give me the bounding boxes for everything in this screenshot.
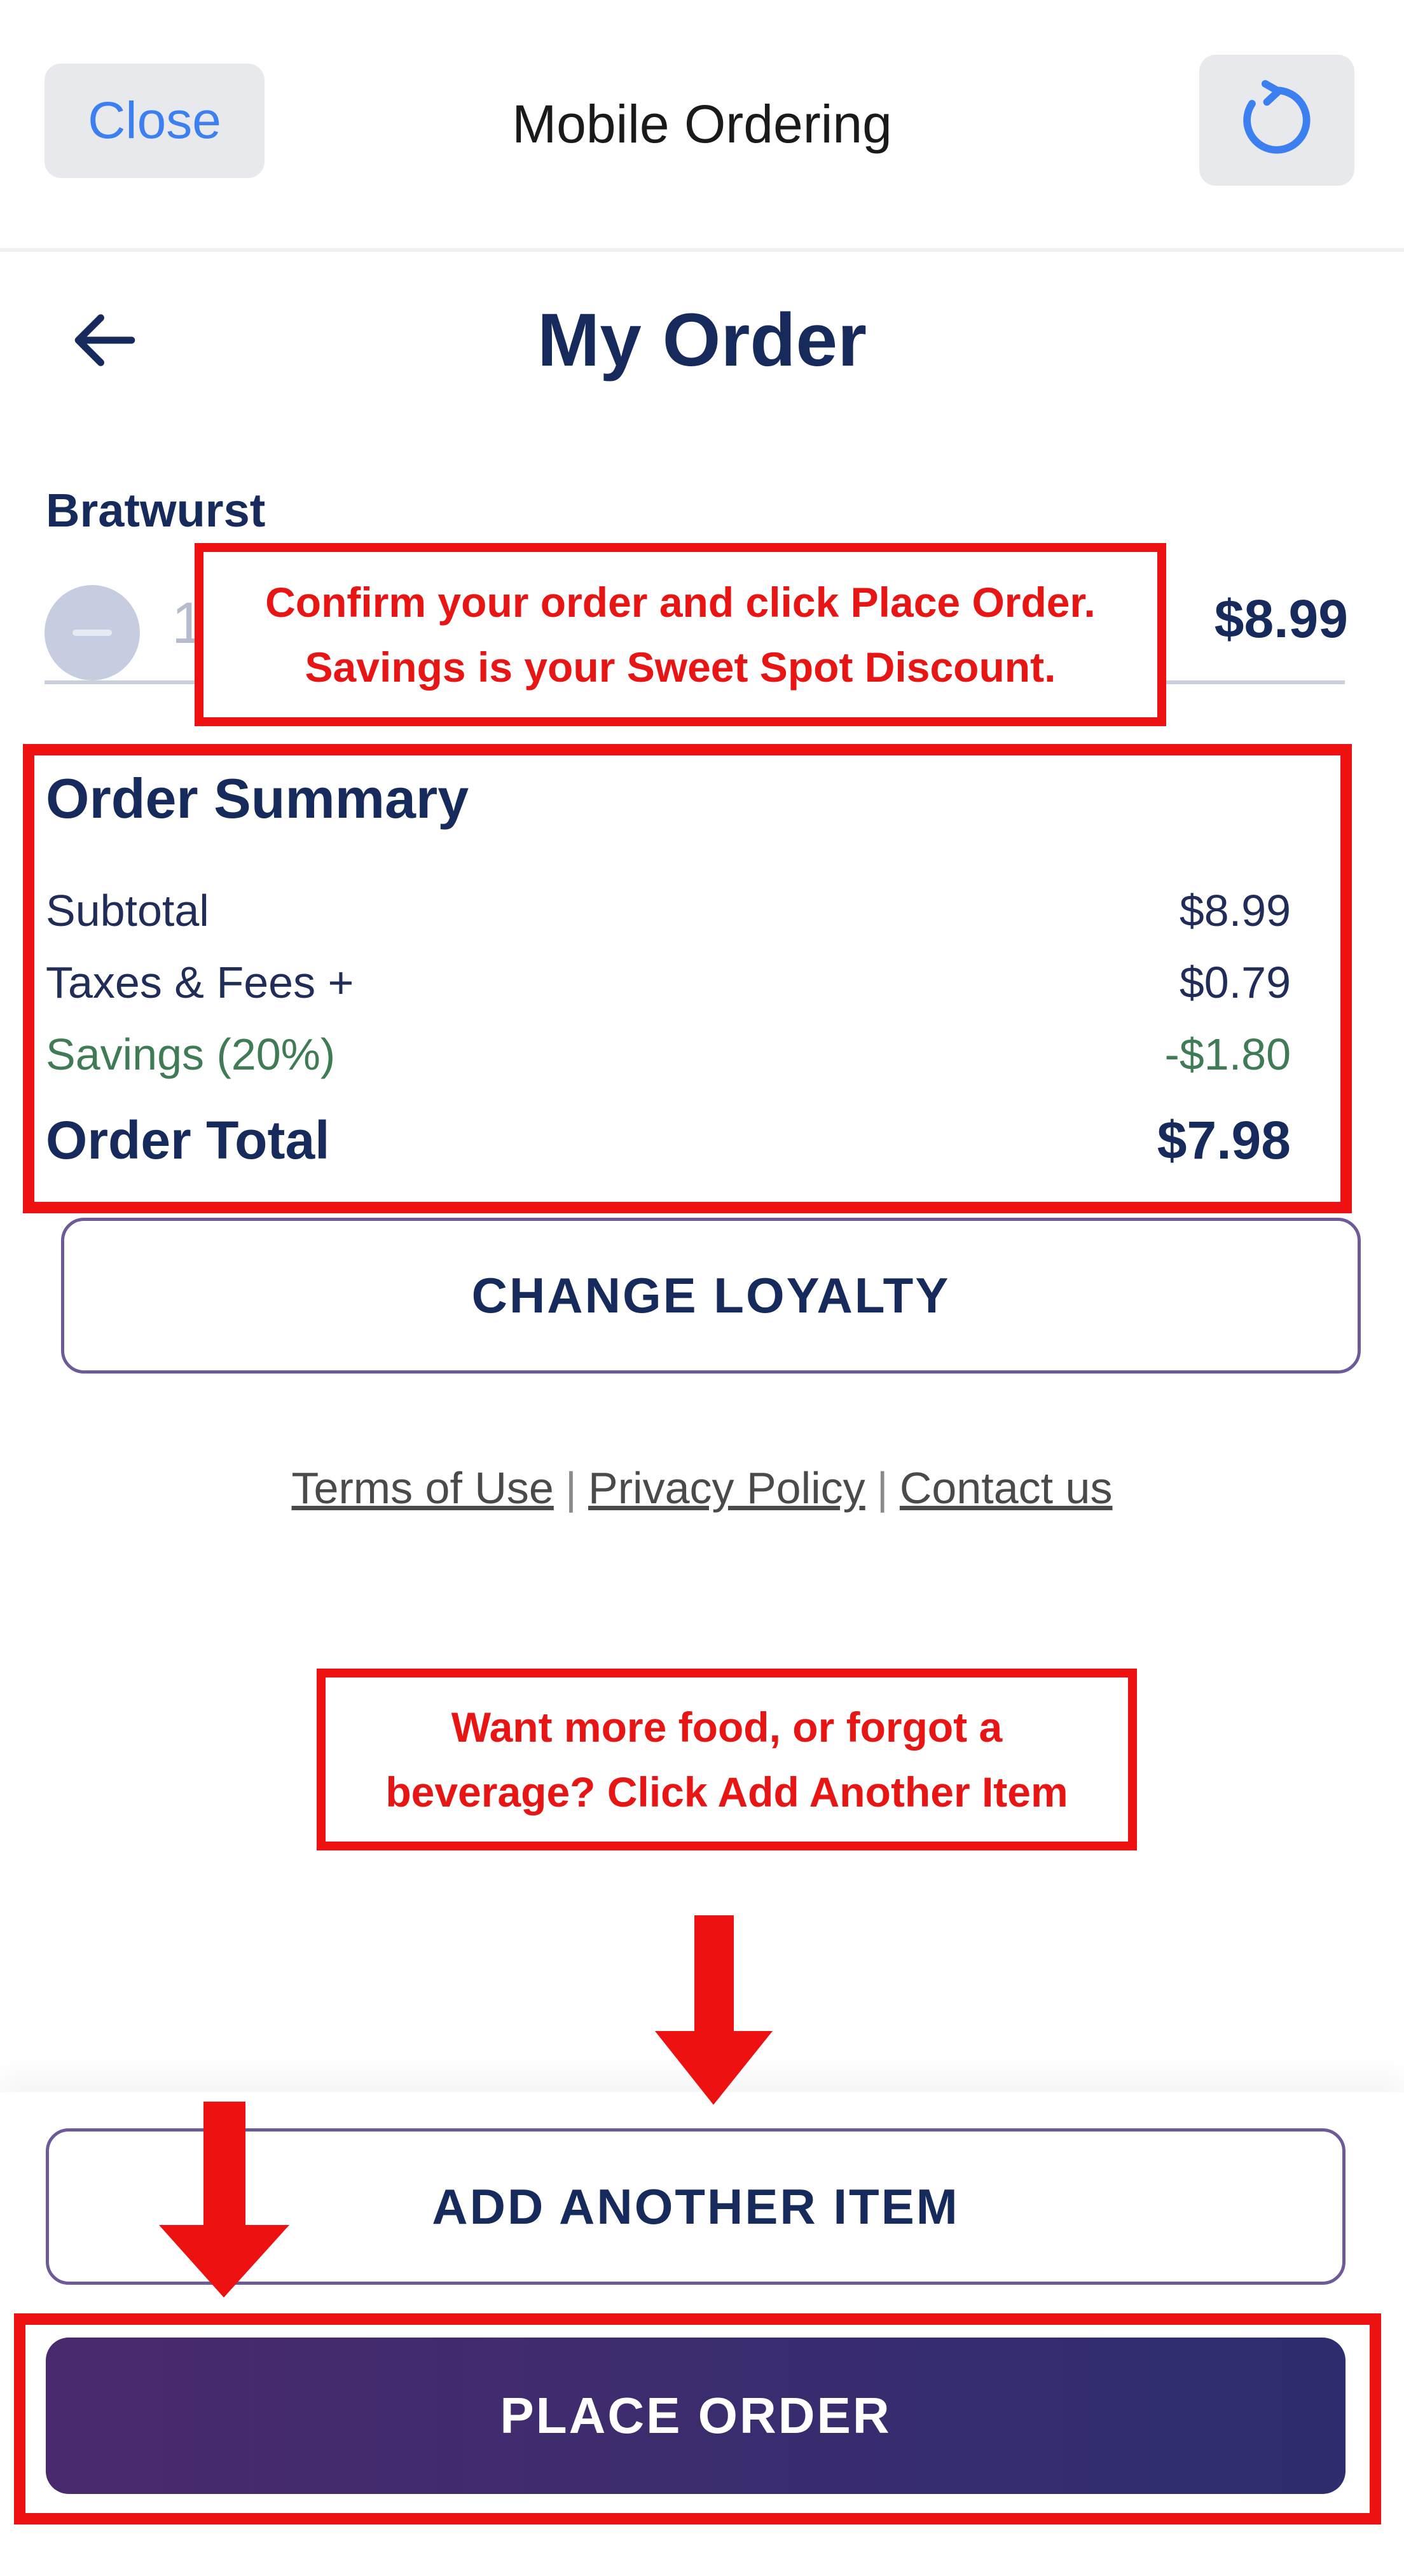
- link-separator: |: [565, 1463, 577, 1513]
- item-price: $8.99: [1214, 589, 1348, 649]
- annotation-callout-add-item: Want more food, or forgot a beverage? Cl…: [317, 1669, 1137, 1850]
- taxes-fees-label[interactable]: Taxes & Fees +: [46, 957, 354, 1008]
- link-separator: |: [876, 1463, 888, 1513]
- subtotal-label: Subtotal: [46, 886, 209, 935]
- minus-icon: [72, 630, 112, 636]
- savings-value: -$1.80: [1164, 1030, 1291, 1079]
- annotation-arrow-down-icon: [159, 2102, 289, 2297]
- decrease-quantity-button[interactable]: [45, 585, 140, 680]
- change-loyalty-button[interactable]: CHANGE LOYALTY: [61, 1218, 1361, 1374]
- order-summary-heading: Order Summary: [46, 767, 469, 830]
- place-order-button[interactable]: PLACE ORDER: [46, 2338, 1346, 2494]
- savings-label: Savings (20%): [46, 1030, 336, 1079]
- order-total-label: Order Total: [46, 1110, 330, 1170]
- callout-text-line: Want more food, or forgot a: [451, 1703, 1003, 1751]
- callout-text-line: beverage? Click Add Another Item: [385, 1768, 1068, 1815]
- item-name: Bratwurst: [46, 484, 266, 537]
- annotation-arrow-down-icon: [655, 1915, 773, 2105]
- footer-links: Terms of Use | Privacy Policy | Contact us: [0, 1463, 1404, 1513]
- taxes-fees-value: $0.79: [1179, 958, 1291, 1007]
- callout-text-line: Savings is your Sweet Spot Discount.: [305, 644, 1056, 691]
- terms-of-use-link[interactable]: Terms of Use: [292, 1463, 554, 1513]
- refresh-icon: [1243, 79, 1311, 154]
- annotation-callout-confirm: Confirm your order and click Place Order…: [195, 543, 1166, 726]
- close-button[interactable]: Close: [45, 64, 265, 178]
- callout-text-line: Confirm your order and click Place Order…: [265, 578, 1096, 626]
- contact-us-link[interactable]: Contact us: [900, 1463, 1113, 1513]
- privacy-policy-link[interactable]: Privacy Policy: [588, 1463, 865, 1513]
- subtotal-value: $8.99: [1179, 886, 1291, 935]
- order-total-value: $7.98: [1157, 1110, 1291, 1170]
- refresh-button[interactable]: [1199, 55, 1354, 186]
- page-title: My Order: [537, 298, 867, 382]
